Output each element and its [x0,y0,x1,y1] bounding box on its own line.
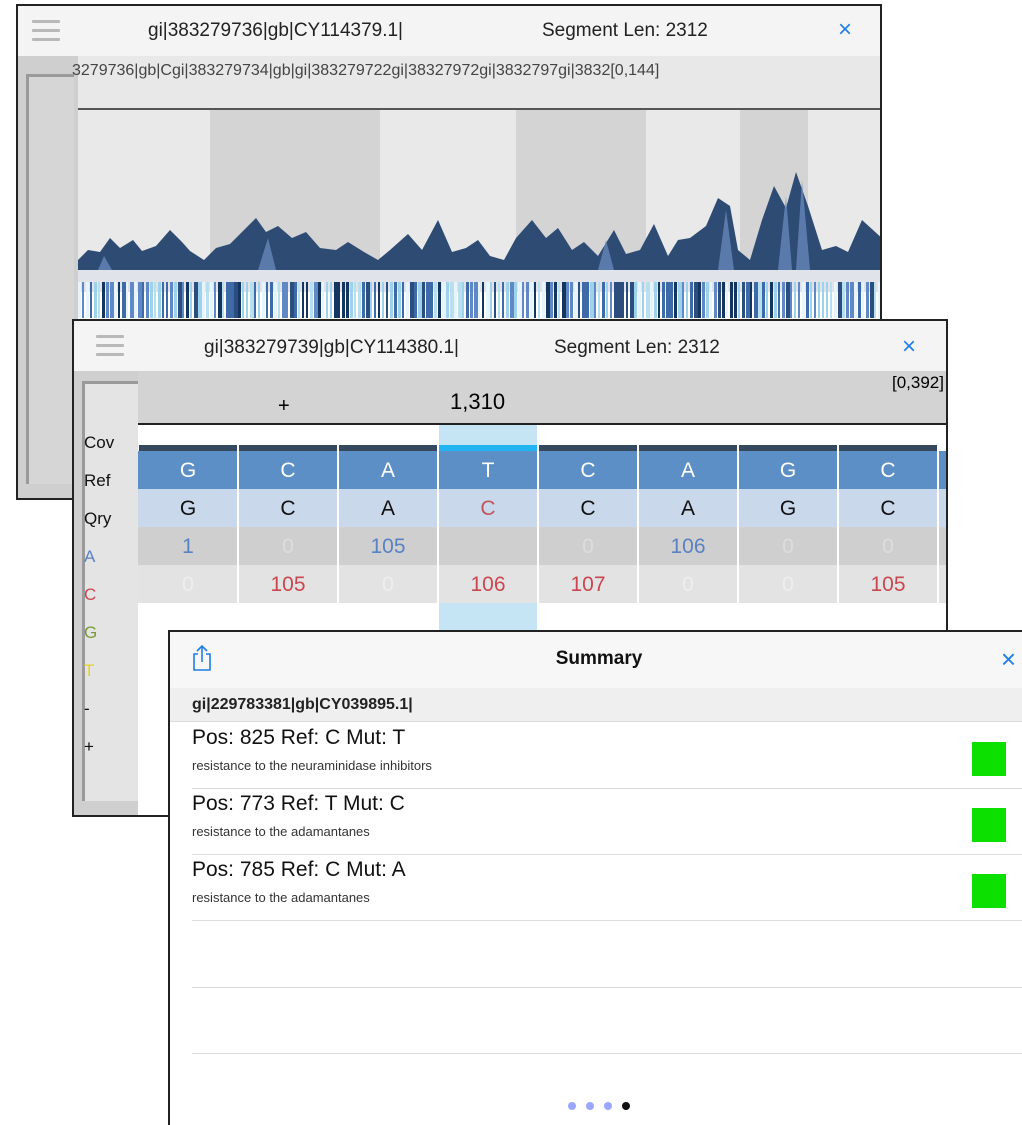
ref-base: C [280,459,296,482]
page-dot[interactable] [568,1102,576,1110]
ref-base: A [680,459,695,482]
mutation-description: resistance to the adamantanes [192,890,370,905]
mutation-row[interactable]: Pos: 825 Ref: C Mut: T resistance to the … [192,722,1022,789]
menu-icon[interactable] [96,335,124,357]
query-base: G [179,497,197,520]
ruler-position: 1,310 [450,389,506,414]
page-dot[interactable] [586,1102,594,1110]
mutation-description: resistance to the adamantanes [192,824,370,839]
panel-header: gi|383279736|gb|CY114379.1| Segment Len:… [18,6,880,56]
query-base: C [480,497,496,520]
a-count: 0 [782,535,794,558]
segment-labels[interactable]: 3279736|gb|Cgi|383279734|gb|gi|383279722… [72,62,659,80]
segment-length: Segment Len: 2312 [542,20,708,41]
ref-base: T [481,459,495,482]
query-base: C [280,497,296,520]
side-scroll-track[interactable] [18,56,78,498]
summary-panel: Summary × gi|229783381|gb|CY039895.1| Po… [168,630,1022,1125]
row-label: Qry [84,509,112,528]
c-count: 107 [570,573,606,596]
close-icon[interactable]: × [902,335,916,359]
c-count: 0 [782,573,794,596]
ref-base: C [580,459,596,482]
query-base: A [680,497,695,520]
ref-base: G [779,459,797,482]
summary-header: Summary × [170,632,1022,689]
close-icon[interactable]: × [838,18,852,42]
row-label: A [84,547,96,566]
row-label: + [84,737,94,756]
row-label: G [84,623,98,642]
row-label: Cov [84,433,115,452]
ruler-range: [0,392] [892,373,944,392]
c-count: 0 [682,573,694,596]
query-base: A [380,497,395,520]
mutation-title: Pos: 825 Ref: C Mut: T [192,726,406,749]
c-count: 105 [270,573,306,596]
mutation-description: resistance to the neuraminidase inhibito… [192,758,432,773]
menu-icon[interactable] [32,20,60,42]
a-count: 0 [282,535,294,558]
ruler-plus: + [278,395,290,417]
a-count: 1 [182,535,194,558]
position-ruler[interactable]: + 1,310 [0,392] [138,371,946,425]
row-label: - [84,699,90,718]
mutation-title: Pos: 773 Ref: T Mut: C [192,792,405,815]
ref-base: A [380,459,395,482]
segment-label-row: 3279736|gb|Cgi|383279734|gb|gi|383279722… [72,56,880,108]
summary-sequence-id: gi|229783381|gb|CY039895.1| [170,688,1022,722]
sequence-id: gi|383279736|gb|CY114379.1| [148,20,403,41]
row-label: T [84,661,95,680]
c-count: 0 [382,573,394,596]
a-count: 106 [670,535,706,558]
coverage-track [78,110,880,270]
a-count: 105 [370,535,406,558]
page-indicator[interactable] [170,1097,1022,1115]
query-base: C [580,497,596,520]
c-count: 106 [470,573,506,596]
a-count: 0 [582,535,594,558]
page-dot[interactable] [604,1102,612,1110]
status-indicator [972,874,1006,908]
status-indicator [972,808,1006,842]
mutation-row[interactable]: Pos: 785 Ref: C Mut: A resistance to the … [192,854,1022,921]
mutation-row[interactable]: Pos: 773 Ref: T Mut: C resistance to the … [192,788,1022,855]
query-base: G [779,497,797,520]
sequence-id: gi|383279739|gb|CY114380.1| [204,337,459,358]
coverage-graph [78,172,880,270]
mutation-title: Pos: 785 Ref: C Mut: A [192,858,406,881]
query-base: C [880,497,896,520]
status-indicator [972,742,1006,776]
ref-base: G [179,459,197,482]
ref-base: C [880,459,896,482]
row-label: C [84,585,97,604]
page-dot[interactable] [622,1102,630,1110]
c-count: 0 [182,573,194,596]
summary-title: Summary [555,648,643,669]
a-count: 0 [882,535,894,558]
segment-length: Segment Len: 2312 [554,337,720,358]
close-icon[interactable]: × [1001,644,1016,675]
row-label: Ref [84,471,111,490]
panel-header: gi|383279739|gb|CY114380.1| Segment Len:… [74,321,946,371]
c-count: 105 [870,573,906,596]
